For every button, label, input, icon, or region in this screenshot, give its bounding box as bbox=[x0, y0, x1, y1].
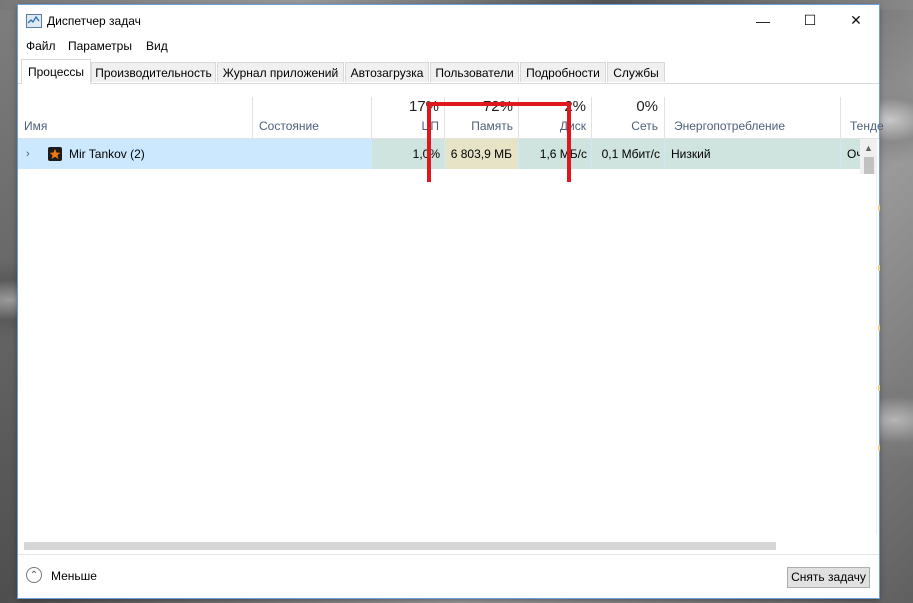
window-title: Диспетчер задач bbox=[47, 14, 141, 28]
process-network: 0,1 Мбит/с bbox=[592, 139, 664, 169]
expand-chevron-icon[interactable]: › bbox=[26, 148, 30, 160]
column-trend[interactable]: Тенде bbox=[850, 119, 884, 133]
end-task-button[interactable]: Снять задачу bbox=[787, 567, 870, 588]
row-marker bbox=[878, 205, 880, 211]
menu-file[interactable]: Файл bbox=[26, 39, 56, 53]
menu-view[interactable]: Вид bbox=[146, 39, 168, 53]
process-power: Низкий bbox=[665, 139, 840, 169]
column-divider[interactable] bbox=[591, 97, 592, 138]
row-marker bbox=[878, 445, 880, 451]
tab-bar: Процессы Производительность Журнал прило… bbox=[18, 59, 879, 84]
tab-performance[interactable]: Производительность bbox=[91, 62, 216, 82]
column-network[interactable]: Сеть bbox=[608, 119, 658, 133]
column-status[interactable]: Состояние bbox=[259, 119, 319, 133]
column-divider[interactable] bbox=[371, 97, 372, 138]
column-divider[interactable] bbox=[252, 97, 253, 138]
fewer-details-link[interactable]: Меньше bbox=[51, 569, 97, 583]
tab-app-history[interactable]: Журнал приложений bbox=[217, 62, 344, 82]
tab-startup[interactable]: Автозагрузка bbox=[345, 62, 429, 82]
row-marker bbox=[878, 385, 880, 391]
column-name[interactable]: Имя bbox=[24, 119, 47, 133]
title-bar[interactable]: Диспетчер задач — ☐ ✕ bbox=[18, 5, 879, 36]
process-name: Mir Tankov (2) bbox=[69, 147, 145, 161]
tab-services[interactable]: Службы bbox=[607, 62, 665, 82]
horizontal-scrollbar[interactable] bbox=[24, 542, 776, 550]
scroll-up-icon[interactable]: ▲ bbox=[864, 143, 873, 153]
row-marker bbox=[878, 325, 880, 331]
task-manager-icon bbox=[26, 14, 42, 28]
tab-details[interactable]: Подробности bbox=[520, 62, 606, 82]
row-marker bbox=[878, 265, 880, 271]
menu-bar: Файл Параметры Вид bbox=[18, 37, 879, 57]
network-percent: 0% bbox=[636, 98, 658, 115]
column-divider[interactable] bbox=[840, 97, 841, 138]
close-button[interactable]: ✕ bbox=[833, 5, 879, 36]
footer: ⌃ Меньше Снять задачу bbox=[18, 554, 879, 599]
tab-processes[interactable]: Процессы bbox=[21, 59, 91, 84]
minimize-button[interactable]: — bbox=[740, 5, 786, 36]
menu-options[interactable]: Параметры bbox=[68, 39, 132, 53]
maximize-button[interactable]: ☐ bbox=[787, 5, 833, 36]
redacted-area bbox=[22, 174, 876, 546]
tab-users[interactable]: Пользователи bbox=[430, 62, 519, 82]
chevron-up-circle-icon[interactable]: ⌃ bbox=[26, 567, 42, 583]
column-divider[interactable] bbox=[664, 97, 665, 138]
column-power[interactable]: Энергопотребление bbox=[674, 119, 785, 133]
task-manager-window: Диспетчер задач — ☐ ✕ Файл Параметры Вид… bbox=[18, 5, 884, 599]
memory-highlight-box bbox=[427, 102, 571, 182]
mir-tankov-icon bbox=[48, 147, 62, 161]
